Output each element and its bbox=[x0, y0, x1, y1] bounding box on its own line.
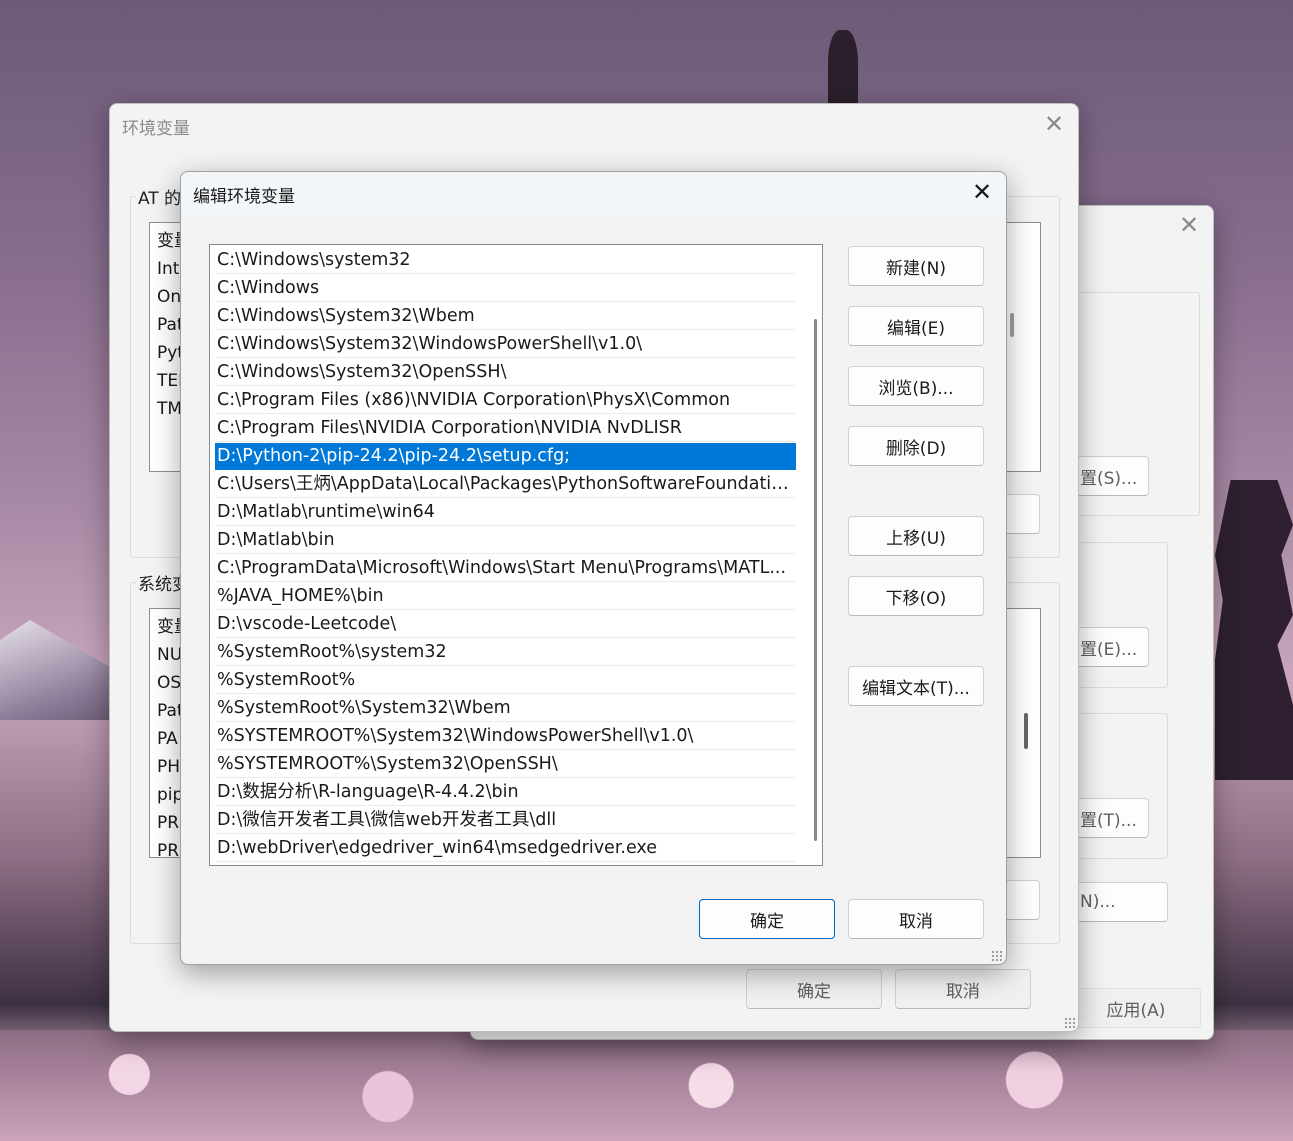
new-button[interactable]: 新建(N) bbox=[848, 246, 984, 286]
path-row[interactable]: C:\Program Files (x86)\NVIDIA Corporatio… bbox=[215, 387, 796, 414]
ok-button[interactable]: 确定 bbox=[699, 899, 835, 939]
dialog-title: 编辑环境变量 bbox=[193, 187, 295, 207]
path-row[interactable]: %SystemRoot%\System32\Wbem bbox=[215, 695, 796, 722]
env-vars-button[interactable]: N)... bbox=[1071, 882, 1168, 922]
user-vars-scrollbar[interactable] bbox=[1010, 313, 1014, 337]
close-icon[interactable]: ✕ bbox=[972, 180, 992, 204]
path-row[interactable]: %SYSTEMROOT%\System32\WindowsPowerShell\… bbox=[215, 723, 796, 750]
edit-env-var-dialog: 编辑环境变量 ✕ C:\Windows\system32 C:\Windows C:… bbox=[180, 171, 1007, 965]
path-row[interactable]: D:\webDriver\edgedriver_win64\msedgedriv… bbox=[215, 835, 796, 862]
edit-button[interactable]: 编辑(E) bbox=[848, 306, 984, 346]
browse-button[interactable]: 浏览(B)... bbox=[848, 366, 984, 406]
path-row[interactable]: C:\Windows bbox=[215, 275, 796, 302]
resize-grip[interactable] bbox=[991, 950, 1003, 962]
path-row[interactable]: %SYSTEMROOT%\System32\OpenSSH\ bbox=[215, 751, 796, 778]
wallpaper-blossoms bbox=[0, 1030, 1293, 1141]
delete-button[interactable]: 删除(D) bbox=[848, 426, 984, 466]
settings-t-button[interactable]: 置(T)... bbox=[1071, 798, 1149, 838]
close-icon[interactable]: ✕ bbox=[1044, 112, 1064, 136]
user-vars-label: AT 的 bbox=[136, 184, 184, 209]
env-cancel-button[interactable]: 取消 bbox=[895, 969, 1031, 1009]
path-row[interactable]: %JAVA_HOME%\bin bbox=[215, 583, 796, 610]
move-down-button[interactable]: 下移(O) bbox=[848, 576, 984, 616]
path-list[interactable]: C:\Windows\system32 C:\Windows C:\Windows\… bbox=[209, 244, 823, 866]
path-row[interactable]: D:\Python-2\pip-24.2\pip-24.2\setup.cfg; bbox=[215, 443, 796, 470]
settings-e-button[interactable]: 置(E)... bbox=[1071, 627, 1149, 667]
path-row[interactable]: %SystemRoot% bbox=[215, 667, 796, 694]
path-row[interactable]: C:\Windows\System32\WindowsPowerShell\v1… bbox=[215, 331, 796, 358]
path-row[interactable]: D:\微信开发者工具\微信web开发者工具\dll bbox=[215, 807, 796, 834]
path-row[interactable]: C:\Program Files\NVIDIA Corporation\NVID… bbox=[215, 415, 796, 442]
apply-button[interactable]: 应用(A) bbox=[1071, 988, 1201, 1028]
close-icon[interactable]: ✕ bbox=[1179, 213, 1199, 237]
cancel-button[interactable]: 取消 bbox=[848, 899, 984, 939]
scrollbar-thumb[interactable] bbox=[814, 319, 817, 841]
path-row[interactable]: D:\vscode-Leetcode\ bbox=[215, 611, 796, 638]
wallpaper-tower bbox=[828, 30, 858, 110]
path-row[interactable]: %SystemRoot%\system32 bbox=[215, 639, 796, 666]
path-row[interactable]: D:\Matlab\runtime\win64 bbox=[215, 499, 796, 526]
settings-s-button[interactable]: 置(S)... bbox=[1071, 456, 1149, 496]
path-row[interactable]: C:\ProgramData\Microsoft\Windows\Start M… bbox=[215, 555, 796, 582]
env-ok-button[interactable]: 确定 bbox=[746, 969, 882, 1009]
resize-grip[interactable] bbox=[1064, 1017, 1076, 1029]
path-row[interactable]: C:\Windows\System32\Wbem bbox=[215, 303, 796, 330]
path-row[interactable]: D:\数据分析\R-language\R-4.4.2\bin bbox=[215, 779, 796, 806]
edit-text-button[interactable]: 编辑文本(T)... bbox=[848, 666, 984, 706]
path-row[interactable]: C:\Users\王炳\AppData\Local\Packages\Pytho… bbox=[215, 471, 796, 498]
dialog-title-bar[interactable] bbox=[181, 172, 1006, 216]
path-row[interactable]: C:\Windows\System32\OpenSSH\ bbox=[215, 359, 796, 386]
env-window-title: 环境变量 bbox=[122, 119, 190, 139]
move-up-button[interactable]: 上移(U) bbox=[848, 516, 984, 556]
wallpaper-pagoda bbox=[1215, 480, 1293, 780]
path-row[interactable]: D:\Matlab\bin bbox=[215, 527, 796, 554]
path-row[interactable]: C:\Windows\system32 bbox=[215, 247, 796, 274]
path-list-scrollbar[interactable] bbox=[809, 245, 822, 865]
system-vars-scrollbar[interactable] bbox=[1024, 713, 1028, 749]
